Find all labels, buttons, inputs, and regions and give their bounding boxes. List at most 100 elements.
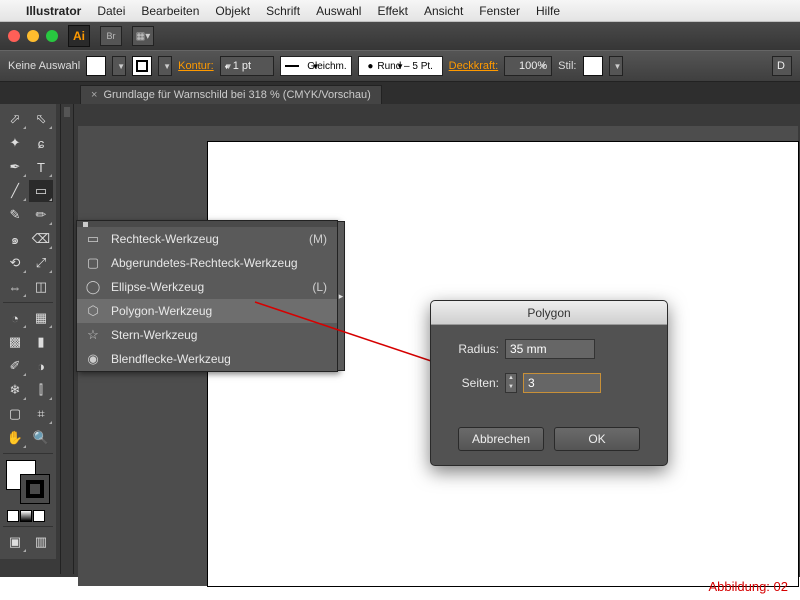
- cancel-button[interactable]: Abbrechen: [458, 427, 544, 451]
- tool-icon: ◯: [85, 279, 101, 295]
- radius-label: Radius:: [447, 342, 499, 356]
- flyout-item-label: Blendflecke-Werkzeug: [111, 352, 317, 366]
- graph-tool[interactable]: ⫿: [29, 379, 53, 401]
- flyout-item-label: Ellipse-Werkzeug: [111, 280, 302, 294]
- flyout-item-shortcut: (M): [309, 232, 327, 246]
- stroke-weight-field[interactable]: ♦1 pt▼: [220, 56, 274, 76]
- menu-datei[interactable]: Datei: [97, 4, 125, 18]
- direct-selection-tool[interactable]: ⬁: [29, 108, 53, 130]
- fill-dropdown[interactable]: ▼: [112, 56, 126, 76]
- flyout-item-label: Polygon-Werkzeug: [111, 304, 317, 318]
- style-swatch[interactable]: [583, 56, 603, 76]
- rotate-tool[interactable]: ⟲: [3, 252, 27, 274]
- artboard-tool[interactable]: ▢: [3, 403, 27, 425]
- fill-stroke-control[interactable]: [6, 460, 50, 504]
- arrange-docs-button[interactable]: ▦▾: [132, 26, 154, 46]
- perspective-tool[interactable]: ▦: [29, 307, 53, 329]
- lasso-tool[interactable]: ɕ: [29, 132, 53, 154]
- menu-auswahl[interactable]: Auswahl: [316, 4, 361, 18]
- brush-dropdown[interactable]: ●Rund – 5 Pt.▼: [358, 56, 443, 76]
- eraser-tool[interactable]: ⌫: [29, 228, 53, 250]
- flyout-item-ellipse-werkzeug[interactable]: ◯ Ellipse-Werkzeug (L): [77, 275, 337, 299]
- flyout-grip-icon: [83, 222, 88, 227]
- mac-menubar: Illustrator Datei Bearbeiten Objekt Schr…: [0, 0, 800, 22]
- menu-bearbeiten[interactable]: Bearbeiten: [141, 4, 199, 18]
- flyout-item-stern-werkzeug[interactable]: ☆ Stern-Werkzeug: [77, 323, 337, 347]
- menu-hilfe[interactable]: Hilfe: [536, 4, 560, 18]
- tool-icon: ⬡: [85, 303, 101, 319]
- color-mode-swatches[interactable]: [3, 510, 53, 522]
- gradient-tool[interactable]: ▮: [29, 331, 53, 353]
- app-window: Ai Br ▦▾ Keine Auswahl ▼ ▼ Kontur: ♦1 pt…: [0, 22, 800, 577]
- pen-tool[interactable]: ✒: [3, 156, 27, 178]
- menu-objekt[interactable]: Objekt: [215, 4, 250, 18]
- selection-tool[interactable]: ⬀: [3, 108, 27, 130]
- flyout-item-abgerundetes-rechteck-werkzeug[interactable]: ▢Abgerundetes-Rechteck-Werkzeug: [77, 251, 337, 275]
- paintbrush-tool[interactable]: ✎: [3, 204, 27, 226]
- rectangle-tool[interactable]: ▭: [29, 180, 53, 202]
- zoom-window-button[interactable]: [46, 30, 58, 42]
- dialog-title: Polygon: [431, 301, 667, 325]
- fill-swatch[interactable]: [86, 56, 106, 76]
- zoom-tool[interactable]: 🔍: [29, 427, 53, 449]
- panel-dock-strip[interactable]: [60, 104, 74, 574]
- radius-input[interactable]: [505, 339, 595, 359]
- change-screen-tool[interactable]: ▥: [29, 531, 53, 553]
- tool-icon: ◉: [85, 351, 101, 367]
- document-tabstrip: × Grundlage für Warnschild bei 318 % (CM…: [0, 82, 800, 104]
- slice-tool[interactable]: ⌗: [29, 403, 53, 425]
- stroke-swatch[interactable]: [132, 56, 152, 76]
- tools-panel: ⬀⬁ ✦ɕ ✒T ╱▭ ✎✏ ๑⌫ ⟲⤢ ⇔◫ ◔▦ ▩▮ ✐◑ ❄⫿ ▢⌗ ✋…: [0, 104, 56, 559]
- opacity-field[interactable]: 100%▼: [504, 56, 552, 76]
- kontur-label[interactable]: Kontur:: [178, 60, 213, 72]
- shape-builder-tool[interactable]: ◔: [3, 307, 27, 329]
- free-transform-tool[interactable]: ◫: [29, 276, 53, 298]
- flyout-item-polygon-werkzeug[interactable]: ⬡ Polygon-Werkzeug: [77, 299, 337, 323]
- menu-effekt[interactable]: Effekt: [377, 4, 407, 18]
- selection-status: Keine Auswahl: [8, 60, 80, 72]
- sides-input[interactable]: [523, 373, 601, 393]
- menu-ansicht[interactable]: Ansicht: [424, 4, 463, 18]
- sides-stepper[interactable]: ▲▼: [505, 373, 517, 393]
- eyedropper-tool[interactable]: ✐: [3, 355, 27, 377]
- opacity-label[interactable]: Deckkraft:: [449, 60, 499, 72]
- hand-tool[interactable]: ✋: [3, 427, 27, 449]
- pencil-tool[interactable]: ✏: [29, 204, 53, 226]
- close-tab-icon[interactable]: ×: [91, 89, 97, 101]
- width-tool[interactable]: ⇔: [3, 276, 27, 298]
- screen-mode-tool[interactable]: ▣: [3, 531, 27, 553]
- flyout-item-rechteck-werkzeug[interactable]: ▭Rechteck-Werkzeug(M): [77, 227, 337, 251]
- shape-tool-flyout: ▭Rechteck-Werkzeug(M)▢Abgerundetes-Recht…: [76, 220, 338, 372]
- scale-tool[interactable]: ⤢: [29, 252, 53, 274]
- line-tool[interactable]: ╱: [3, 180, 27, 202]
- close-window-button[interactable]: [8, 30, 20, 42]
- ok-button[interactable]: OK: [554, 427, 640, 451]
- stroke-dropdown[interactable]: ▼: [158, 56, 172, 76]
- app-name[interactable]: Illustrator: [26, 4, 81, 18]
- stroke-box[interactable]: [20, 474, 50, 504]
- symbol-sprayer-tool[interactable]: ❄: [3, 379, 27, 401]
- style-dropdown[interactable]: ▼: [609, 56, 623, 76]
- magic-wand-tool[interactable]: ✦: [3, 132, 27, 154]
- minimize-window-button[interactable]: [27, 30, 39, 42]
- menu-schrift[interactable]: Schrift: [266, 4, 300, 18]
- bridge-button[interactable]: Br: [100, 26, 122, 46]
- mesh-tool[interactable]: ▩: [3, 331, 27, 353]
- tool-icon: ☆: [85, 327, 101, 343]
- flyout-item-blendflecke-werkzeug[interactable]: ◉ Blendflecke-Werkzeug: [77, 347, 337, 371]
- flyout-item-label: Abgerundetes-Rechteck-Werkzeug: [111, 256, 317, 270]
- flyout-tearoff-handle[interactable]: ▸: [337, 221, 345, 371]
- document-tab[interactable]: × Grundlage für Warnschild bei 318 % (CM…: [80, 85, 382, 104]
- flyout-item-shortcut: (L): [312, 280, 327, 294]
- document-tab-label: Grundlage für Warnschild bei 318 % (CMYK…: [103, 89, 370, 101]
- overflow-button[interactable]: D: [772, 56, 792, 76]
- type-tool[interactable]: T: [29, 156, 53, 178]
- sides-label: Seiten:: [447, 376, 499, 390]
- stroke-profile-dropdown[interactable]: Gleichm.▼: [280, 56, 352, 76]
- flyout-item-label: Rechteck-Werkzeug: [111, 232, 299, 246]
- blend-tool[interactable]: ◑: [29, 355, 53, 377]
- flyout-item-label: Stern-Werkzeug: [111, 328, 317, 342]
- menu-fenster[interactable]: Fenster: [479, 4, 520, 18]
- titlebar: Ai Br ▦▾: [0, 22, 800, 50]
- blob-brush-tool[interactable]: ๑: [3, 228, 27, 250]
